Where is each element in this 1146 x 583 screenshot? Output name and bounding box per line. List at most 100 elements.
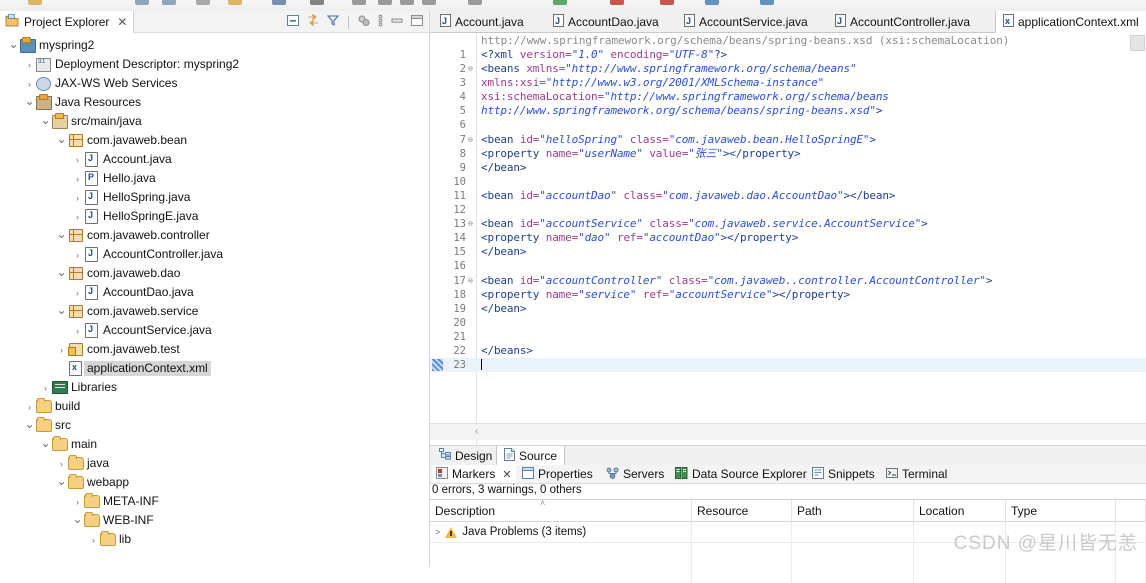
chevron-right-icon[interactable]: > (435, 527, 440, 537)
editor-vertical-scrollbar-thumb[interactable] (1130, 35, 1145, 51)
chevron-down-icon[interactable]: ⌄ (8, 34, 19, 53)
view-menu-icon[interactable] (357, 14, 371, 30)
chevron-down-icon[interactable]: ⌄ (56, 471, 67, 490)
editor-tab-applicationcontext-xml[interactable]: xapplicationContext.xml✕ (995, 11, 1146, 33)
debug-icon[interactable] (352, 0, 366, 5)
filter-icon[interactable] (326, 14, 340, 30)
maximize-icon[interactable] (410, 14, 424, 30)
chevron-down-icon[interactable]: ⌄ (40, 433, 51, 452)
tree-item-jax-ws-web-services[interactable]: › JAX-WS Web Services (0, 74, 429, 93)
column-header-blank[interactable] (1116, 500, 1146, 521)
export-icon[interactable] (196, 0, 210, 5)
bottom-tab-data-source-explorer[interactable]: Data Source Explorer (671, 465, 811, 483)
tree-item-accountservice-java[interactable]: › AccountService.java (0, 321, 429, 340)
chevron-right-icon[interactable]: › (56, 340, 67, 359)
tree-item-main[interactable]: ⌄ main (0, 435, 429, 454)
code-line-10[interactable]: 10 (430, 175, 1146, 189)
column-header-description[interactable]: Description ˄ (430, 498, 692, 521)
bottom-tab-terminal[interactable]: Terminal (882, 465, 951, 483)
tree-item-web-inf[interactable]: ⌄ WEB-INF (0, 511, 429, 530)
chevron-right-icon[interactable]: › (88, 530, 99, 549)
code-line-12[interactable]: 12 (430, 203, 1146, 217)
minimize-icon[interactable] (390, 14, 404, 30)
column-header-resource[interactable]: Resource (692, 500, 792, 521)
chevron-right-icon[interactable]: › (40, 378, 51, 397)
tree-item-lib[interactable]: › lib (0, 530, 429, 549)
tree-item-webapp[interactable]: ⌄ webapp (0, 473, 429, 492)
terminal-icon[interactable] (660, 0, 674, 5)
editor-tab-accountdao-java[interactable]: J AccountDao.java (546, 11, 678, 32)
code-line-13[interactable]: 13 ⊖ <bean id="accountService" class="com… (430, 217, 1146, 231)
tree-item-com-javaweb-controller[interactable]: ⌄ com.javaweb.controller (0, 226, 429, 245)
tree-item-applicationcontext-xml[interactable]: applicationContext.xml (0, 359, 429, 378)
tree-item-libraries[interactable]: › Libraries (0, 378, 429, 397)
editor-horizontal-scrollbar[interactable]: ‹ (430, 423, 1146, 440)
bottom-tab-snippets[interactable]: Snippets (808, 465, 879, 483)
code-line-16[interactable]: 16 (430, 259, 1146, 273)
tree-item-build[interactable]: › build (0, 397, 429, 416)
scroll-left-icon[interactable]: ‹ (475, 426, 478, 437)
tab-design[interactable]: Design (432, 446, 499, 465)
link-with-editor-icon[interactable] (306, 14, 320, 30)
tree-item-deployment-descriptor-myspring2[interactable]: › Deployment Descriptor: myspring2 (0, 55, 429, 74)
chevron-right-icon[interactable]: › (72, 283, 83, 302)
code-line-20[interactable]: 20 (430, 316, 1146, 330)
code-line-5[interactable]: 5 http://www.springframework.org/schema/… (430, 104, 1146, 118)
sync-icon[interactable] (760, 0, 774, 5)
project-tree[interactable]: ⌄ myspring2 › Deployment Descriptor: myspri… (0, 33, 429, 567)
tree-item-account-java[interactable]: › Account.java (0, 150, 429, 169)
tree-item-com-javaweb-test[interactable]: › com.javaweb.test (0, 340, 429, 359)
code-line-11[interactable]: 11 <bean id="accountDao" class="com.java… (430, 189, 1146, 203)
tree-item-com-javaweb-service[interactable]: ⌄ com.javaweb.service (0, 302, 429, 321)
perspective-icon[interactable] (468, 0, 482, 5)
tree-item-src[interactable]: ⌄ src (0, 416, 429, 435)
db-icon[interactable] (272, 0, 286, 5)
code-line-17[interactable]: 17 ⊖ <bean id="accountController" class="… (430, 274, 1146, 288)
refresh-icon[interactable] (553, 0, 567, 5)
tree-item-java-resources[interactable]: ⌄ Java Resources (0, 93, 429, 112)
chevron-down-icon[interactable]: ⌄ (24, 91, 35, 110)
tree-item-hellospring-java[interactable]: › HelloSpring.java (0, 188, 429, 207)
chevron-right-icon[interactable]: › (72, 150, 83, 169)
chevron-right-icon[interactable]: › (72, 207, 83, 226)
grid-icon[interactable] (162, 0, 176, 5)
code-line-14[interactable]: 14 <property name="dao" ref="accountDao"… (430, 231, 1146, 245)
xml-source-editor[interactable]: http://www.springframework.org/schema/be… (430, 33, 1146, 445)
open-icon[interactable] (28, 0, 42, 5)
chevron-down-icon[interactable]: ⌄ (56, 129, 67, 148)
code-line-6[interactable]: 6 (430, 118, 1146, 132)
code-line-2[interactable]: 2 ⊖ <beans xmlns="http://www.springframewo… (430, 62, 1146, 76)
column-header-location[interactable]: Location (914, 500, 1006, 521)
chevron-down-icon[interactable]: ⌄ (56, 224, 67, 243)
bottom-tab-properties[interactable]: Properties (518, 465, 597, 483)
search-icon[interactable] (310, 0, 324, 5)
tab-project-explorer[interactable]: Project Explorer ✕ (0, 11, 135, 34)
code-line-9[interactable]: 9 </bean> (430, 161, 1146, 175)
stop-icon[interactable] (610, 0, 624, 5)
code-line-19[interactable]: 19 </bean> (430, 302, 1146, 316)
editor-tab-accountservice-java[interactable]: J AccountService.java (677, 11, 829, 32)
chevron-down-icon[interactable]: ⌄ (56, 300, 67, 319)
code-line-18[interactable]: 18 <property name="service" ref="account… (430, 288, 1146, 302)
code-line-7[interactable]: 7 ⊖ <bean id="helloSpring" class="com.jav… (430, 133, 1146, 147)
code-line-21[interactable]: 21 (430, 330, 1146, 344)
chevron-down-icon[interactable]: ⌄ (72, 509, 83, 528)
column-header-type[interactable]: Type (1006, 500, 1116, 521)
tree-item-com-javaweb-bean[interactable]: ⌄ com.javaweb.bean (0, 131, 429, 150)
tree-item-myspring2[interactable]: ⌄ myspring2 (0, 36, 429, 55)
code-line-4[interactable]: 4 xsi:schemaLocation="http://www.springfr… (430, 90, 1146, 104)
close-icon[interactable]: ✕ (502, 468, 511, 481)
coverage-icon[interactable] (422, 0, 436, 5)
tree-item-src-main-java[interactable]: ⌄ src/main/java (0, 112, 429, 131)
fold-toggle-icon[interactable]: ⊖ (468, 220, 476, 228)
chevron-right-icon[interactable]: › (24, 55, 35, 74)
tree-item-hello-java[interactable]: › Hello.java (0, 169, 429, 188)
editor-tab-accountcontroller-java[interactable]: J AccountController.java (828, 11, 997, 32)
tab-source[interactable]: Source (496, 446, 566, 467)
fold-toggle-icon[interactable]: ⊖ (468, 65, 476, 73)
code-lines[interactable]: 1 <?xml version="1.0" encoding="UTF-8"?> 2… (430, 48, 1146, 373)
chevron-down-icon[interactable]: ⌄ (56, 262, 67, 281)
code-line-15[interactable]: 15 </bean> (430, 245, 1146, 259)
code-line-23[interactable]: 23 (430, 358, 1146, 373)
chevron-down-icon[interactable]: ⌄ (40, 110, 51, 129)
